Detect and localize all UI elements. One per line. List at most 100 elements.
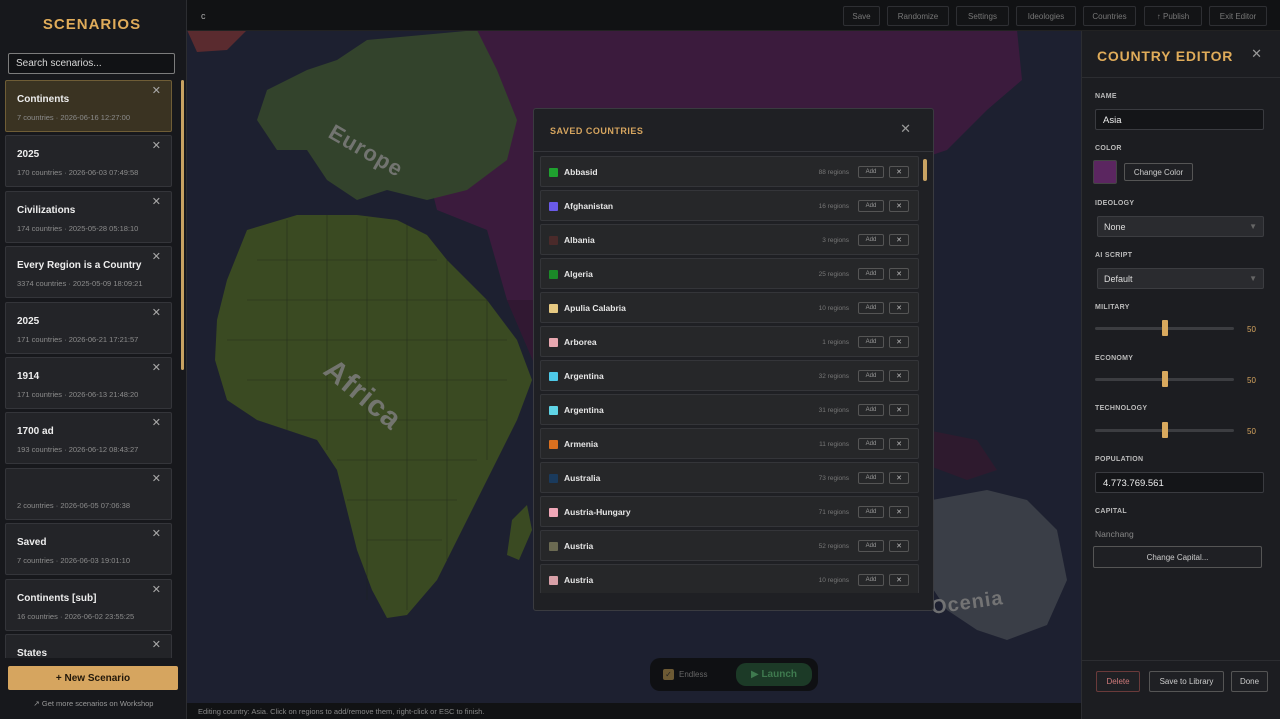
scenario-card[interactable]: Continents 7 countries · 2026-06-16 12:27…	[5, 80, 172, 132]
delete-scenario-icon[interactable]: ✕	[152, 139, 161, 152]
military-slider-thumb[interactable]	[1161, 320, 1168, 336]
technology-slider[interactable]	[1095, 422, 1234, 438]
scenario-card[interactable]: 2 countries · 2026-06-05 07:06:38 ✕	[5, 467, 172, 520]
saved-country-row[interactable]: Argentina 31 regions Add ✕	[540, 394, 919, 425]
done-button[interactable]: Done	[1231, 671, 1268, 692]
saved-country-row[interactable]: Algeria 25 regions Add ✕	[540, 258, 919, 289]
remove-country-icon[interactable]: ✕	[889, 234, 909, 246]
delete-scenario-icon[interactable]: ✕	[152, 306, 161, 319]
scenario-card[interactable]: States93 countries · 2026-06-11 14:30:00…	[5, 633, 172, 658]
add-country-button[interactable]: Add	[858, 302, 884, 314]
add-country-button[interactable]: Add	[858, 370, 884, 382]
delete-scenario-icon[interactable]: ✕	[152, 638, 161, 651]
saved-country-row[interactable]: Albania 3 regions Add ✕	[540, 224, 919, 255]
scenario-card[interactable]: Civilizations 174 countries · 2025-05-28 …	[5, 190, 172, 243]
delete-scenario-icon[interactable]: ✕	[152, 416, 161, 429]
add-country-button[interactable]: Add	[858, 438, 884, 450]
countries-button[interactable]: Countries	[1083, 6, 1136, 26]
saved-country-row[interactable]: Austria 52 regions Add ✕	[540, 530, 919, 561]
delete-scenario-icon[interactable]: ✕	[152, 195, 161, 208]
economy-slider-thumb[interactable]	[1161, 371, 1168, 387]
exit-editor-button[interactable]: Exit Editor	[1209, 6, 1267, 26]
remove-country-icon[interactable]: ✕	[889, 166, 909, 178]
ideology-select[interactable]: None ▼	[1097, 216, 1264, 237]
country-name: Abbasid	[564, 167, 598, 177]
saved-country-row[interactable]: Arborea 1 regions Add ✕	[540, 326, 919, 357]
scenario-name: 2025	[17, 149, 40, 161]
publish-button[interactable]: ↑ Publish	[1144, 6, 1202, 26]
scenario-card[interactable]: Continents [sub] 16 countries · 2026-06-0…	[5, 578, 172, 631]
remove-country-icon[interactable]: ✕	[889, 404, 909, 416]
scenario-meta: 193 countries · 2026-06-12 08:43:27	[17, 445, 139, 455]
remove-country-icon[interactable]: ✕	[889, 438, 909, 450]
add-country-button[interactable]: Add	[858, 574, 884, 586]
workshop-link[interactable]: ↗ Get more scenarios on Workshop	[0, 699, 187, 708]
add-country-button[interactable]: Add	[858, 268, 884, 280]
add-country-button[interactable]: Add	[858, 472, 884, 484]
delete-scenario-icon[interactable]: ✕	[152, 361, 161, 374]
delete-scenario-icon[interactable]: ✕	[152, 84, 161, 97]
delete-scenario-icon[interactable]: ✕	[152, 527, 161, 540]
save-to-library-button[interactable]: Save to Library	[1149, 671, 1224, 692]
saved-country-row[interactable]: Australia 73 regions Add ✕	[540, 462, 919, 493]
save-button[interactable]: Save	[843, 6, 880, 26]
saved-country-row[interactable]: Austria-Hungary 71 regions Add ✕	[540, 496, 919, 527]
remove-country-icon[interactable]: ✕	[889, 574, 909, 586]
saved-country-row[interactable]: Abbasid 88 regions Add ✕	[540, 156, 919, 187]
remove-country-icon[interactable]: ✕	[889, 268, 909, 280]
saved-country-row[interactable]: Argentina 32 regions Add ✕	[540, 360, 919, 391]
modal-close-icon[interactable]: ✕	[900, 121, 911, 137]
delete-scenario-icon[interactable]: ✕	[152, 583, 161, 596]
saved-country-row[interactable]: Apulia Calabria 10 regions Add ✕	[540, 292, 919, 323]
remove-country-icon[interactable]: ✕	[889, 540, 909, 552]
name-field[interactable]: Asia	[1095, 109, 1264, 130]
delete-scenario-icon[interactable]: ✕	[152, 472, 161, 485]
scenario-list-scrollbar[interactable]	[181, 80, 184, 370]
color-swatch[interactable]	[1093, 160, 1117, 184]
add-country-button[interactable]: Add	[858, 200, 884, 212]
ideologies-button[interactable]: Ideologies	[1016, 6, 1076, 26]
ai-script-select[interactable]: Default ▼	[1097, 268, 1264, 289]
change-capital-button[interactable]: Change Capital...	[1093, 546, 1262, 568]
scenario-search-input[interactable]	[8, 53, 175, 74]
scenario-card[interactable]: Saved 7 countries · 2026-06-03 19:01:10 ✕	[5, 523, 172, 576]
remove-country-icon[interactable]: ✕	[889, 370, 909, 382]
add-country-button[interactable]: Add	[858, 506, 884, 518]
saved-country-row[interactable]: Afghanistan 16 regions Add ✕	[540, 190, 919, 221]
population-field[interactable]: 4.773.769.561	[1095, 472, 1264, 493]
remove-country-icon[interactable]: ✕	[889, 302, 909, 314]
scenario-card[interactable]: 2025 171 countries · 2026-06-21 17:21:57 ✕	[5, 301, 172, 354]
editor-title: COUNTRY EDITOR	[1097, 48, 1234, 64]
add-country-button[interactable]: Add	[858, 234, 884, 246]
launch-button[interactable]: ▶ Launch	[736, 663, 812, 686]
scenario-name: Continents [sub]	[17, 592, 97, 604]
remove-country-icon[interactable]: ✕	[889, 200, 909, 212]
country-color-swatch	[549, 270, 558, 279]
country-region-count: 73 regions	[818, 475, 849, 482]
settings-button[interactable]: Settings	[956, 6, 1009, 26]
military-slider[interactable]	[1095, 320, 1234, 336]
economy-slider[interactable]	[1095, 371, 1234, 387]
remove-country-icon[interactable]: ✕	[889, 472, 909, 484]
add-country-button[interactable]: Add	[858, 336, 884, 348]
scenario-card[interactable]: Every Region is a Country 3374 countries …	[5, 246, 172, 299]
saved-country-row[interactable]: Austria 10 regions Add ✕	[540, 564, 919, 593]
add-country-button[interactable]: Add	[858, 404, 884, 416]
modal-scrollbar[interactable]	[923, 159, 927, 181]
scenario-card[interactable]: 1700 ad 193 countries · 2026-06-12 08:43:…	[5, 412, 172, 465]
remove-country-icon[interactable]: ✕	[889, 336, 909, 348]
change-color-button[interactable]: Change Color	[1124, 163, 1193, 181]
scenario-card[interactable]: 2025 170 countries · 2026-06-03 07:49:58 ✕	[5, 135, 172, 188]
new-scenario-button[interactable]: + New Scenario	[8, 666, 178, 690]
add-country-button[interactable]: Add	[858, 166, 884, 178]
scenario-card[interactable]: 1914 171 countries · 2026-06-13 21:48:20 ✕	[5, 356, 172, 409]
endless-checkbox[interactable]: ✓	[663, 669, 674, 680]
randomize-button[interactable]: Randomize	[887, 6, 949, 26]
saved-country-row[interactable]: Armenia 11 regions Add ✕	[540, 428, 919, 459]
delete-button[interactable]: Delete	[1096, 671, 1140, 692]
technology-slider-thumb[interactable]	[1161, 422, 1168, 438]
add-country-button[interactable]: Add	[858, 540, 884, 552]
delete-scenario-icon[interactable]: ✕	[152, 250, 161, 263]
remove-country-icon[interactable]: ✕	[889, 506, 909, 518]
editor-close-icon[interactable]: ✕	[1251, 46, 1262, 62]
